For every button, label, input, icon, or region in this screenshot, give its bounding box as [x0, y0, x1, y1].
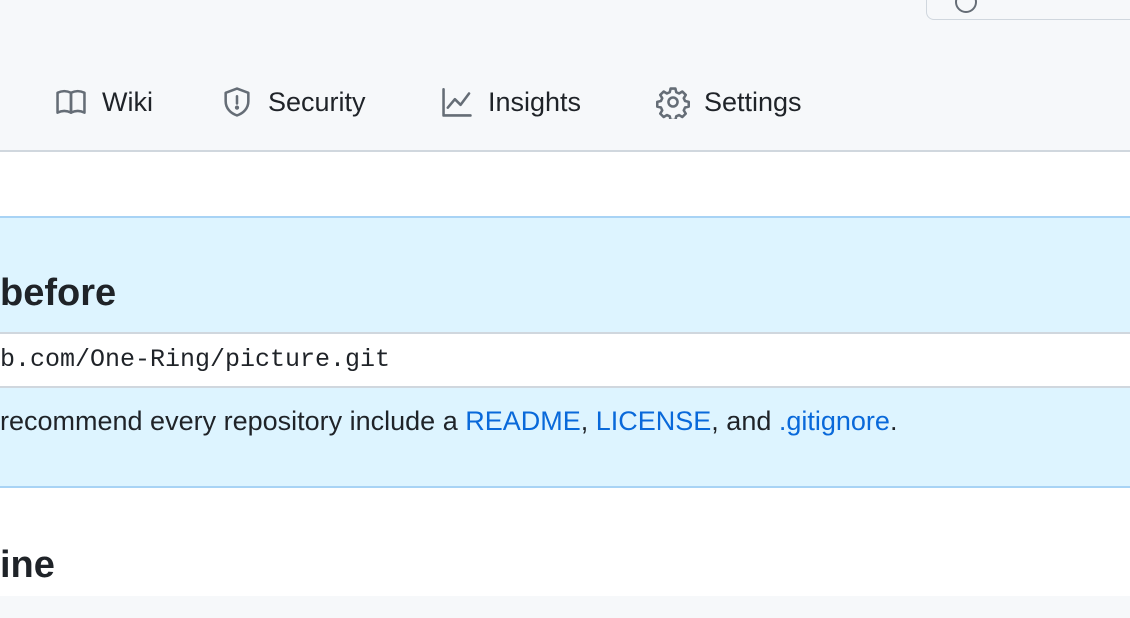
- book-icon: [56, 89, 86, 114]
- clone-url[interactable]: b.com/One-Ring/picture.git: [0, 345, 390, 374]
- tab-insights-label: Insights: [488, 86, 582, 117]
- gitignore-link[interactable]: .gitignore: [779, 406, 890, 436]
- license-link[interactable]: LICENSE: [596, 406, 712, 436]
- recommend-suffix: .: [889, 406, 898, 436]
- code-block-top: [0, 596, 1130, 618]
- next-section-title: ine: [0, 544, 55, 586]
- readme-link[interactable]: README: [465, 406, 581, 436]
- clone-url-row[interactable]: b.com/One-Ring/picture.git: [0, 332, 1130, 388]
- tab-insights[interactable]: Insights: [440, 78, 581, 126]
- gear-icon: [656, 87, 690, 119]
- recommend-prefix: recommend every repository include a: [0, 406, 466, 436]
- tab-settings[interactable]: Settings: [656, 78, 802, 126]
- graph-icon: [442, 87, 472, 117]
- separator-2: , and: [711, 406, 779, 436]
- circle-icon: [955, 0, 977, 13]
- repo-nav-tabs: Wiki Security Insights Settings: [0, 78, 1130, 128]
- setup-title: before: [0, 272, 117, 314]
- tab-wiki-label: Wiki: [102, 86, 153, 117]
- repo-header: Wiki Security Insights Settings: [0, 0, 1130, 152]
- recommendation-text: recommend every repository include a REA…: [0, 406, 897, 437]
- tab-settings-label: Settings: [704, 86, 802, 117]
- tab-wiki[interactable]: Wiki: [54, 78, 153, 126]
- tab-security-label: Security: [268, 86, 366, 117]
- top-action-button[interactable]: [926, 0, 1130, 20]
- separator-1: ,: [580, 406, 596, 436]
- shield-icon: [224, 87, 250, 117]
- quick-setup-panel: before b.com/One-Ring/picture.git recomm…: [0, 216, 1130, 488]
- tab-security[interactable]: Security: [220, 78, 366, 126]
- repository-page: Wiki Security Insights Settings before b…: [0, 0, 1130, 618]
